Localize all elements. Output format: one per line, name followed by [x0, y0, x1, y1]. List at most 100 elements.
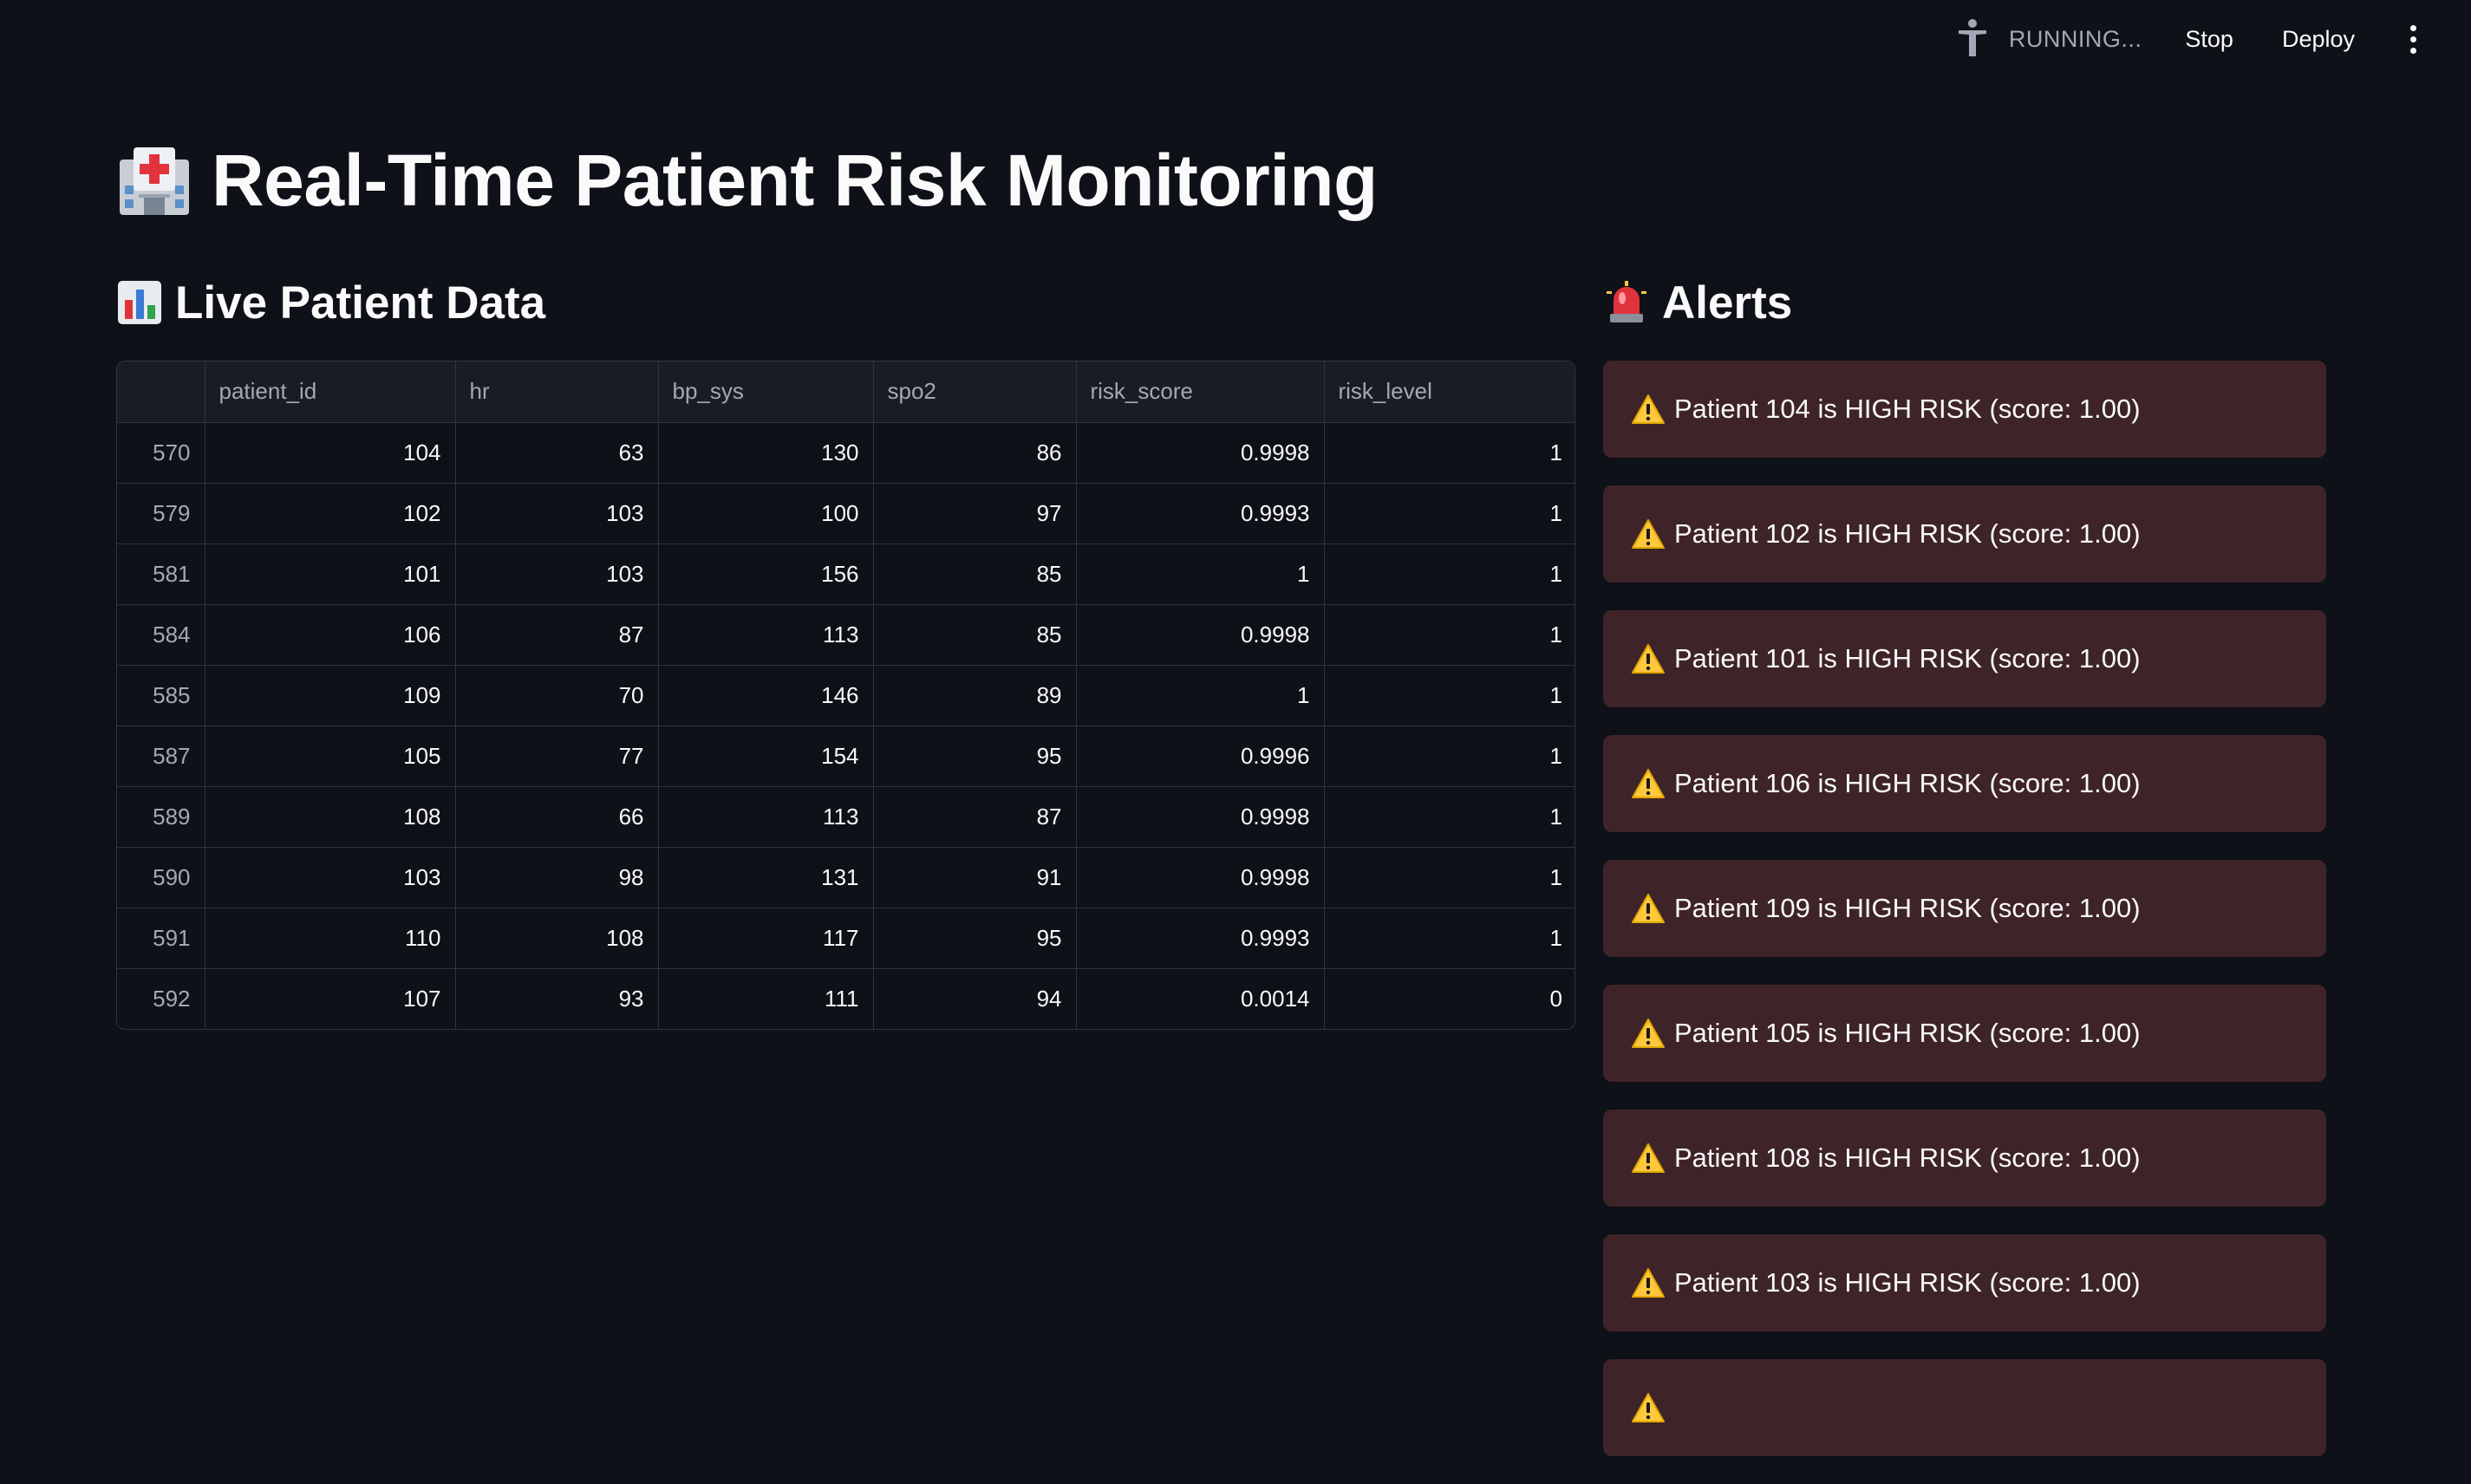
cell-index[interactable]: 584	[117, 604, 205, 666]
cell-hr[interactable]: 98	[455, 847, 659, 908]
cell-risk-level[interactable]: 1	[1324, 726, 1575, 787]
cell-risk-level[interactable]: 1	[1324, 483, 1575, 544]
cell-bp-sys[interactable]: 117	[658, 908, 874, 969]
cell-patient-id[interactable]: 106	[205, 604, 456, 666]
cell-hr[interactable]: 70	[455, 665, 659, 726]
cell-index[interactable]: 589	[117, 786, 205, 848]
cell-risk-level[interactable]: 1	[1324, 543, 1575, 605]
cell-hr[interactable]: 108	[455, 908, 659, 969]
running-status-label: RUNNING...	[2008, 25, 2142, 52]
column-header-spo2[interactable]: spo2	[873, 361, 1077, 423]
alert-item: Patient 104 is HIGH RISK (score: 1.00)	[1603, 361, 2326, 458]
cell-index[interactable]: 585	[117, 665, 205, 726]
column-header-risk-level[interactable]: risk_level	[1324, 361, 1575, 423]
cell-index[interactable]: 592	[117, 968, 205, 1029]
cell-risk-level[interactable]: 1	[1324, 604, 1575, 666]
cell-bp-sys[interactable]: 154	[658, 726, 874, 787]
cell-risk-score[interactable]: 0.9996	[1076, 726, 1325, 787]
table-row[interactable]: 584 106 87 113 85 0.9998 1	[117, 604, 1575, 666]
cell-index[interactable]: 581	[117, 543, 205, 605]
cell-risk-score[interactable]: 1	[1076, 665, 1325, 726]
alert-item: Patient 105 is HIGH RISK (score: 1.00)	[1603, 985, 2326, 1082]
cell-patient-id[interactable]: 108	[205, 786, 456, 848]
cell-spo2[interactable]: 86	[873, 422, 1077, 484]
cell-spo2[interactable]: 97	[873, 483, 1077, 544]
warning-icon	[1632, 644, 1665, 674]
cell-spo2[interactable]: 95	[873, 908, 1077, 969]
cell-patient-id[interactable]: 104	[205, 422, 456, 484]
cell-spo2[interactable]: 85	[873, 604, 1077, 666]
cell-risk-score[interactable]: 0.0014	[1076, 968, 1325, 1029]
cell-bp-sys[interactable]: 113	[658, 786, 874, 848]
alert-text: Patient 106 is HIGH RISK (score: 1.00)	[1674, 768, 2141, 798]
cell-bp-sys[interactable]: 100	[658, 483, 874, 544]
cell-bp-sys[interactable]: 131	[658, 847, 874, 908]
cell-risk-score[interactable]: 0.9998	[1076, 847, 1325, 908]
cell-patient-id[interactable]: 105	[205, 726, 456, 787]
cell-patient-id[interactable]: 107	[205, 968, 456, 1029]
page-title-text: Real-Time Patient Risk Monitoring	[212, 140, 1378, 221]
column-header-bp-sys[interactable]: bp_sys	[658, 361, 874, 423]
alert-item: Patient 106 is HIGH RISK (score: 1.00)	[1603, 735, 2326, 832]
cell-patient-id[interactable]: 101	[205, 543, 456, 605]
cell-risk-score[interactable]: 0.9993	[1076, 483, 1325, 544]
cell-index[interactable]: 570	[117, 422, 205, 484]
running-status: RUNNING...	[1955, 18, 2142, 60]
cell-bp-sys[interactable]: 111	[658, 968, 874, 1029]
cell-risk-level[interactable]: 1	[1324, 665, 1575, 726]
column-header-risk-score[interactable]: risk_score	[1076, 361, 1325, 423]
cell-index[interactable]: 590	[117, 847, 205, 908]
cell-index[interactable]: 579	[117, 483, 205, 544]
cell-spo2[interactable]: 87	[873, 786, 1077, 848]
cell-spo2[interactable]: 85	[873, 543, 1077, 605]
deploy-button[interactable]: Deploy	[2275, 17, 2362, 62]
cell-hr[interactable]: 66	[455, 786, 659, 848]
cell-risk-score[interactable]: 0.9993	[1076, 908, 1325, 969]
cell-bp-sys[interactable]: 130	[658, 422, 874, 484]
cell-patient-id[interactable]: 110	[205, 908, 456, 969]
cell-bp-sys[interactable]: 146	[658, 665, 874, 726]
cell-risk-score[interactable]: 0.9998	[1076, 786, 1325, 848]
cell-risk-level[interactable]: 1	[1324, 847, 1575, 908]
cell-risk-level[interactable]: 1	[1324, 422, 1575, 484]
patient-data-table[interactable]: patient_id hr bp_sys spo2 risk_score ris…	[116, 361, 1575, 1030]
table-row[interactable]: 570 104 63 130 86 0.9998 1	[117, 422, 1575, 484]
table-row[interactable]: 587 105 77 154 95 0.9996 1	[117, 726, 1575, 787]
table-row[interactable]: 591 110 108 117 95 0.9993 1	[117, 908, 1575, 969]
table-row[interactable]: 592 107 93 111 94 0.0014 0	[117, 968, 1575, 1029]
cell-risk-score[interactable]: 0.9998	[1076, 604, 1325, 666]
cell-patient-id[interactable]: 102	[205, 483, 456, 544]
cell-bp-sys[interactable]: 156	[658, 543, 874, 605]
table-row[interactable]: 589 108 66 113 87 0.9998 1	[117, 786, 1575, 848]
cell-spo2[interactable]: 91	[873, 847, 1077, 908]
cell-spo2[interactable]: 95	[873, 726, 1077, 787]
cell-patient-id[interactable]: 103	[205, 847, 456, 908]
cell-hr[interactable]: 87	[455, 604, 659, 666]
table-row[interactable]: 590 103 98 131 91 0.9998 1	[117, 847, 1575, 908]
cell-index[interactable]: 591	[117, 908, 205, 969]
cell-hr[interactable]: 103	[455, 543, 659, 605]
cell-risk-score[interactable]: 1	[1076, 543, 1325, 605]
main-menu-button[interactable]	[2400, 17, 2426, 61]
cell-patient-id[interactable]: 109	[205, 665, 456, 726]
alert-item: Patient 108 is HIGH RISK (score: 1.00)	[1603, 1110, 2326, 1207]
cell-risk-level[interactable]: 1	[1324, 786, 1575, 848]
cell-hr[interactable]: 103	[455, 483, 659, 544]
cell-bp-sys[interactable]: 113	[658, 604, 874, 666]
table-row[interactable]: 579 102 103 100 97 0.9993 1	[117, 483, 1575, 544]
column-header-hr[interactable]: hr	[455, 361, 659, 423]
column-header-patient-id[interactable]: patient_id	[205, 361, 456, 423]
table-row[interactable]: 585 109 70 146 89 1 1	[117, 665, 1575, 726]
cell-spo2[interactable]: 94	[873, 968, 1077, 1029]
cell-risk-score[interactable]: 0.9998	[1076, 422, 1325, 484]
warning-icon	[1632, 1019, 1665, 1048]
cell-hr[interactable]: 77	[455, 726, 659, 787]
cell-spo2[interactable]: 89	[873, 665, 1077, 726]
stop-button[interactable]: Stop	[2178, 17, 2240, 62]
cell-hr[interactable]: 63	[455, 422, 659, 484]
cell-hr[interactable]: 93	[455, 968, 659, 1029]
cell-index[interactable]: 587	[117, 726, 205, 787]
cell-risk-level[interactable]: 0	[1324, 968, 1575, 1029]
cell-risk-level[interactable]: 1	[1324, 908, 1575, 969]
table-row[interactable]: 581 101 103 156 85 1 1	[117, 543, 1575, 605]
